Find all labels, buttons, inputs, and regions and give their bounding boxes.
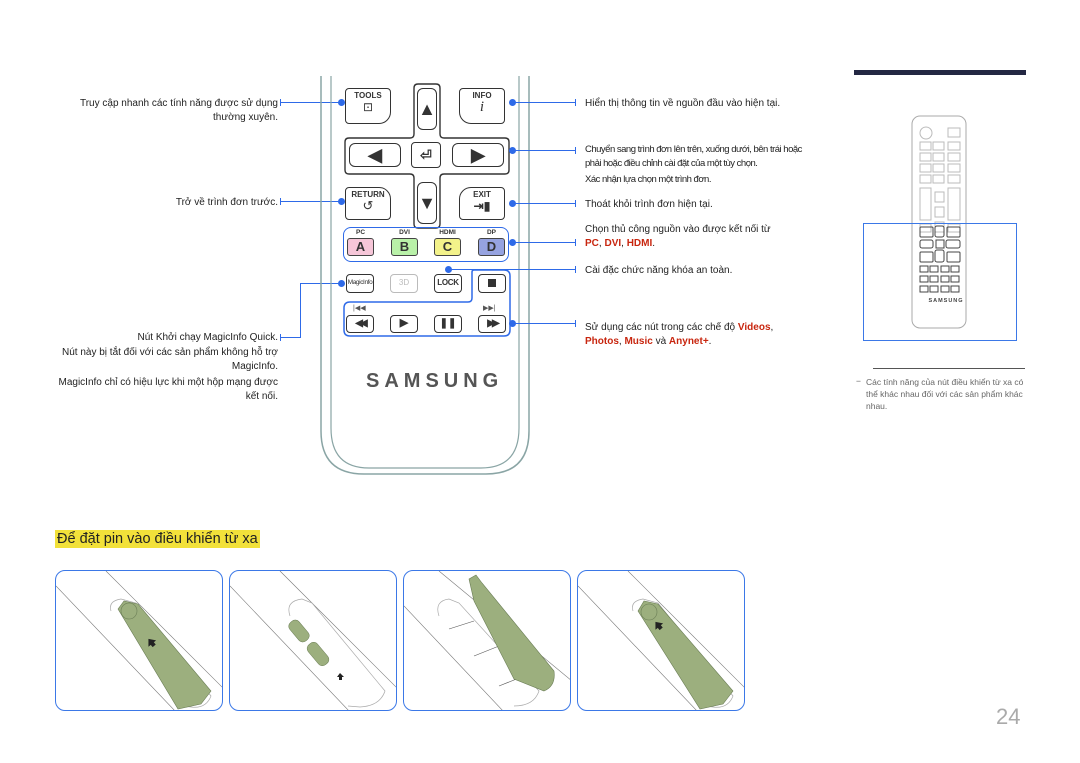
note-divider <box>873 368 1025 369</box>
play-icon: ▶ <box>399 317 409 329</box>
label-nav-2: Xác nhận lựa chọn một trình đơn. <box>585 174 711 185</box>
hdmi-label: HDMI <box>439 229 456 236</box>
tick <box>575 99 576 106</box>
step-2-image <box>229 570 397 711</box>
media-videos: Videos <box>737 322 771 333</box>
b-button[interactable]: B <box>391 238 418 256</box>
label-tools: Truy cập nhanh các tính năng được sử dụn… <box>79 98 278 123</box>
connector-nav <box>512 150 575 151</box>
section-title: Để đặt pin vào điều khiển từ xa <box>55 530 260 548</box>
tick <box>575 320 576 327</box>
media-photos: Photos <box>585 336 619 347</box>
connector-magicinfo-b <box>300 283 301 338</box>
source-dvi: DVI <box>604 238 622 249</box>
step-3-image <box>403 570 571 711</box>
right-button[interactable]: ▶ <box>452 143 504 167</box>
note-text: Các tính năng của nút điều khiển từ xa c… <box>866 377 1024 411</box>
source-hdmi: HDMI <box>626 238 653 249</box>
right-arrow-icon: ▶ <box>471 145 485 165</box>
left-arrow-icon: ◀ <box>368 145 382 165</box>
tick <box>575 266 576 273</box>
c-button[interactable]: C <box>434 238 461 256</box>
label-exit: Thoát khỏi trình đơn hiện tại. <box>585 199 713 210</box>
connector-source <box>512 242 575 243</box>
media-music: Music <box>624 336 653 347</box>
source-prefix: Chọn thủ công nguồn vào được kết nối từ <box>585 224 771 235</box>
label-lock: Cài đặc chức năng khóa an toàn. <box>585 265 733 276</box>
step-4-image <box>577 570 745 711</box>
label-return: Trở về trình đơn trước. <box>175 197 278 208</box>
up-button[interactable]: ▲ <box>417 88 437 130</box>
enter-icon: ⏎ <box>420 147 432 163</box>
exit-icon: ⇥▮ <box>473 199 491 213</box>
exit-button[interactable]: EXIT ⇥▮ <box>459 187 505 220</box>
source-pc: PC <box>585 238 599 249</box>
label-magicinfo-3: MagicInfo chỉ có hiệu lực khi một hộp mạ… <box>58 377 279 402</box>
tick <box>575 147 576 154</box>
fast-forward-button[interactable]: ▶▶ <box>478 315 506 333</box>
d-button[interactable]: D <box>478 238 505 256</box>
connector-magicinfo-a <box>280 337 300 338</box>
rewind-icon: ◀◀ <box>355 318 367 329</box>
rewind-button[interactable]: ◀◀ <box>346 315 374 333</box>
label-media: Sử dụng các nút trong các chế độ Videos,… <box>585 321 825 349</box>
pause-icon: ❚❚ <box>439 318 457 329</box>
next-track-icon: ▶▶| <box>483 305 496 312</box>
label-info: Hiển thị thông tin về nguồn đầu vào hiện… <box>585 98 781 109</box>
samsung-logo: SAMSUNG <box>366 370 504 392</box>
sep: , <box>770 322 774 333</box>
tick <box>575 239 576 246</box>
fast-forward-icon: ▶▶ <box>487 318 499 329</box>
media-anynet: Anynet+ <box>668 336 709 347</box>
media-prefix: Sử dụng các nút trong các chế độ <box>585 322 736 333</box>
period: . <box>652 238 656 249</box>
return-icon: ↺ <box>362 198 374 213</box>
thumbnail-highlight-frame <box>863 223 1017 341</box>
period: . <box>708 336 712 347</box>
label-source: Chọn thủ công nguồn vào được kết nối từ … <box>585 223 815 251</box>
label-magicinfo-1: Nút Khởi chạy MagicInfo Quick. <box>137 332 278 343</box>
dp-label: DP <box>486 229 497 236</box>
label-nav-1: Chuyển sang trình đơn lên trên, xuống dư… <box>585 144 802 169</box>
page-number: 24 <box>996 704 1021 729</box>
prev-track-icon: |◀◀ <box>353 305 366 312</box>
media-and: và <box>652 336 669 347</box>
left-button[interactable]: ◀ <box>349 143 401 167</box>
up-arrow-icon: ▲ <box>418 99 436 119</box>
exit-label: EXIT <box>473 190 491 199</box>
note-dash: − <box>856 376 861 386</box>
header-bar <box>854 70 1026 75</box>
dvi-label: DVI <box>399 229 410 236</box>
pause-button[interactable]: ❚❚ <box>434 315 462 333</box>
tick <box>575 200 576 207</box>
connector-info <box>512 102 575 103</box>
pc-label: PC <box>355 229 366 236</box>
step-1-image <box>55 570 223 711</box>
down-button[interactable]: ▼ <box>417 182 437 224</box>
connector-exit <box>512 203 575 204</box>
label-magicinfo-2: Nút này bị tắt đối với các sản phẩm khôn… <box>61 347 278 372</box>
enter-button[interactable]: ⏎ <box>411 142 441 168</box>
play-button[interactable]: ▶ <box>390 315 418 333</box>
a-button[interactable]: A <box>347 238 374 256</box>
return-button[interactable]: RETURN ↺ <box>345 187 391 220</box>
down-arrow-icon: ▼ <box>418 193 436 213</box>
connector-media <box>512 323 575 324</box>
